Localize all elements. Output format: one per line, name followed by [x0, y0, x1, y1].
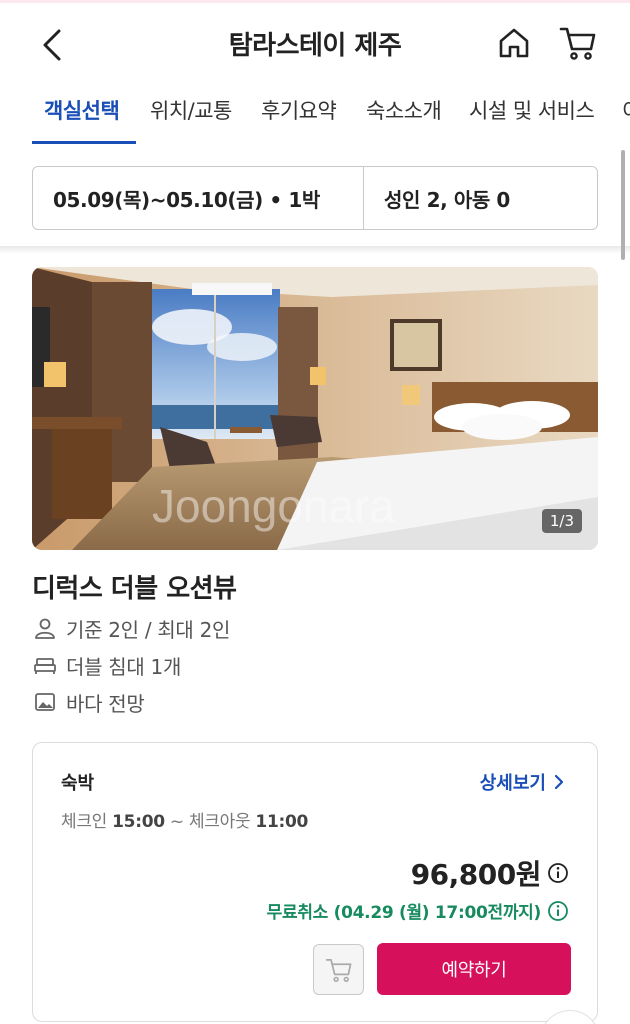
- feature-view-text: 바다 전망: [66, 691, 145, 716]
- photo-counter: 1/3: [541, 509, 582, 533]
- checkout-label: 체크아웃: [188, 812, 251, 832]
- section-tabs: 객실선택 위치/교통 후기요약 숙소소개 시설 및 서비스 이: [0, 83, 630, 145]
- feature-bed-text: 더블 침대 1개: [66, 654, 182, 679]
- rate-card: 숙박 상세보기 체크인 15:00 ~ 체크아웃 11:00 96,800원 무…: [32, 742, 598, 1022]
- image-icon: [32, 689, 58, 715]
- tab-facilities[interactable]: 시설 및 서비스: [469, 95, 595, 125]
- price-info-icon[interactable]: [547, 862, 569, 884]
- person-icon: [32, 615, 58, 641]
- tab-location[interactable]: 위치/교통: [150, 95, 232, 125]
- checkin-label: 체크인: [61, 812, 108, 832]
- time-separator: ~: [169, 812, 184, 832]
- scrollbar[interactable]: [621, 150, 625, 260]
- cart-button[interactable]: [555, 21, 601, 65]
- search-conditions: 05.09(목)~05.10(금) • 1박 성인 2, 아동 0: [32, 166, 598, 230]
- stay-type: 숙박: [61, 773, 95, 794]
- home-button[interactable]: [492, 21, 536, 65]
- home-icon: [499, 28, 529, 58]
- price: 96,800원: [411, 853, 569, 893]
- checkin-time: 15:00: [112, 812, 165, 832]
- bed-icon: [32, 652, 58, 678]
- checkin-checkout-times: 체크인 15:00 ~ 체크아웃 11:00: [61, 807, 308, 832]
- sticky-shadow: [0, 246, 630, 254]
- app-header: 탐라스테이 제주: [0, 3, 630, 83]
- detail-link-label: 상세보기: [479, 773, 546, 794]
- checkout-time: 11:00: [255, 812, 309, 832]
- free-cancel-text: 무료취소 (04.29 (월) 17:00전까지): [266, 903, 542, 923]
- feature-bed: 더블 침대 1개: [32, 651, 181, 679]
- feature-capacity: 기준 2인 / 최대 2인: [32, 614, 230, 642]
- tab-next[interactable]: 이: [622, 95, 630, 125]
- room-photo-carousel[interactable]: Joongonara 1/3: [32, 267, 598, 550]
- reserve-button[interactable]: 예약하기: [377, 943, 571, 995]
- guest-selector[interactable]: 성인 2, 아동 0: [364, 167, 597, 229]
- room-name: 디럭스 더블 오션뷰: [32, 574, 237, 604]
- tab-room-select[interactable]: 객실선택: [44, 95, 120, 125]
- tab-property-intro[interactable]: 숙소소개: [366, 95, 442, 125]
- chevron-right-icon: [554, 774, 564, 790]
- room-photo: Joongonara: [32, 267, 598, 550]
- feature-view: 바다 전망: [32, 688, 145, 716]
- cart-icon: [325, 958, 351, 982]
- add-to-cart-button[interactable]: [313, 944, 364, 995]
- cart-icon: [559, 27, 596, 60]
- cancel-info-icon[interactable]: [547, 900, 569, 922]
- detail-link[interactable]: 상세보기: [480, 769, 567, 795]
- active-tab-indicator: [32, 141, 136, 144]
- feature-capacity-text: 기준 2인 / 최대 2인: [66, 617, 231, 642]
- tab-review-summary[interactable]: 후기요약: [261, 95, 337, 125]
- price-value: 96,800원: [410, 858, 542, 891]
- date-selector[interactable]: 05.09(목)~05.10(금) • 1박: [33, 167, 364, 229]
- watermark-text: Joongonara: [152, 480, 395, 532]
- free-cancel-notice: 무료취소 (04.29 (월) 17:00전까지): [267, 898, 569, 923]
